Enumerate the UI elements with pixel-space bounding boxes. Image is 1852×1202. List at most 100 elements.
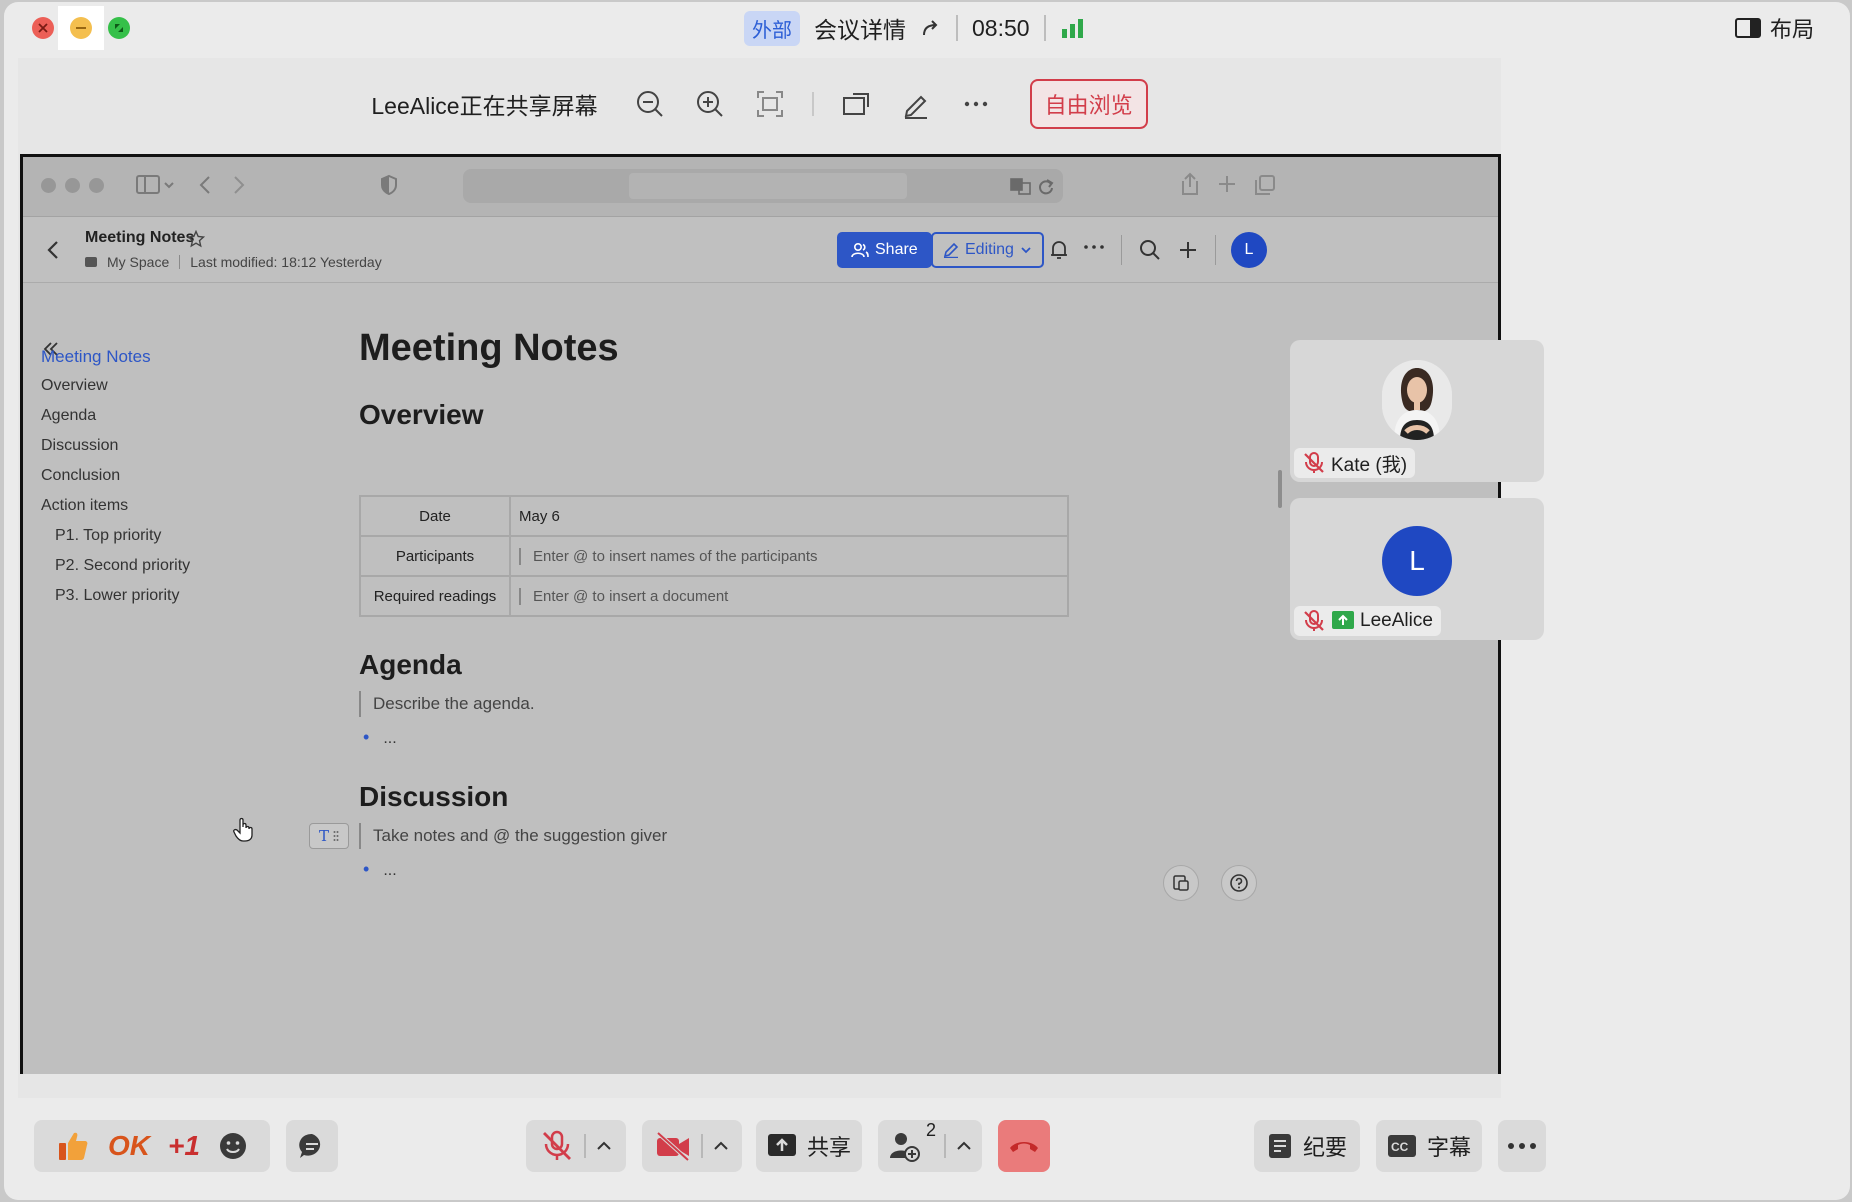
panel-resize-handle[interactable] (1278, 470, 1282, 508)
toc-item[interactable]: P3. Lower priority (55, 587, 180, 605)
favorite-star-icon[interactable] (187, 230, 205, 248)
annotate-pen-icon[interactable] (898, 86, 934, 122)
reload-icon[interactable] (1037, 176, 1055, 196)
table-value-cell[interactable]: Enter @ to insert a document (509, 575, 1069, 617)
more-controls-button[interactable] (1498, 1120, 1546, 1172)
chevron-up-icon[interactable] (956, 1140, 972, 1152)
doc-last-modified: Last modified: 18:12 Yesterday (190, 254, 382, 270)
minimize-window-button[interactable] (70, 17, 92, 39)
toc-item[interactable]: Meeting Notes (41, 347, 151, 367)
captions-label: 字幕 (1426, 1135, 1471, 1160)
thumbs-up-icon[interactable] (56, 1129, 90, 1163)
toc-item[interactable]: Discussion (41, 437, 118, 455)
share-screen-label: 共享 (806, 1135, 851, 1160)
toc-item[interactable]: Overview (41, 377, 108, 395)
translate-icon[interactable] (1009, 175, 1033, 197)
user-avatar[interactable]: L (1231, 232, 1267, 268)
minutes-button[interactable]: 纪要 (1254, 1120, 1360, 1172)
search-icon[interactable] (1139, 239, 1161, 261)
privacy-shield-icon[interactable] (379, 173, 399, 197)
toc-item[interactable]: Action items (41, 497, 128, 515)
editing-mode-button[interactable]: Editing (931, 232, 1044, 268)
fit-screen-icon[interactable] (752, 86, 788, 122)
free-browse-button[interactable]: 自由浏览 (1029, 79, 1148, 129)
chat-button[interactable] (286, 1120, 338, 1172)
participants-control[interactable]: 2 (878, 1120, 982, 1172)
zoom-in-icon[interactable] (692, 86, 728, 122)
screen-sharing-icon (1331, 609, 1355, 633)
mic-off-icon[interactable] (540, 1129, 574, 1163)
new-tab-icon[interactable] (1217, 173, 1237, 195)
table-value-cell[interactable]: Enter @ to insert names of the participa… (509, 535, 1069, 577)
discussion-bullet[interactable]: ... (363, 859, 396, 880)
camera-control[interactable] (642, 1120, 742, 1172)
participants-icon[interactable]: 2 (888, 1120, 936, 1162)
camera-off-icon[interactable] (655, 1131, 691, 1161)
toc-item[interactable]: Agenda (41, 407, 96, 425)
zoom-out-icon[interactable] (632, 86, 668, 122)
share-link-icon[interactable] (920, 17, 942, 39)
doc-back-icon[interactable] (45, 239, 61, 261)
doc-share-button[interactable]: Share (837, 232, 932, 268)
doc-outline-button[interactable] (1163, 865, 1199, 901)
overview-heading[interactable]: Overview (359, 399, 484, 431)
ok-reaction[interactable]: OK (108, 1130, 150, 1162)
doc-title[interactable]: Meeting Notes (359, 327, 619, 370)
participants-panel: Kate (我) L LeeAlice (1278, 58, 1844, 1098)
doc-outline-icon (1172, 874, 1190, 892)
participant-name: LeeAlice (1360, 610, 1433, 631)
share-screen-button[interactable]: 共享 (756, 1120, 862, 1172)
browser-toolbar (23, 157, 1498, 217)
meeting-window: 外部 会议详情 08:50 布局 LeeAlice正在共享屏幕 自由浏览 Mee… (4, 2, 1850, 1200)
discussion-placeholder[interactable]: Take notes and @ the suggestion giver (359, 823, 667, 849)
close-window-button[interactable] (32, 17, 54, 39)
add-icon[interactable] (1177, 239, 1199, 261)
participant-tile-kate[interactable]: Kate (我) (1290, 340, 1544, 482)
notification-bell-icon[interactable] (1049, 239, 1069, 261)
participant-name-tag: Kate (我) (1294, 448, 1416, 478)
toc-item[interactable]: P1. Top priority (55, 527, 161, 545)
title-divider (1043, 15, 1046, 41)
sidebar-toggle-icon[interactable] (135, 173, 175, 197)
table-placeholder: Enter @ to insert names of the participa… (519, 547, 818, 565)
table-value-cell[interactable]: May 6 (509, 495, 1069, 537)
layout-button[interactable]: 布局 (1734, 12, 1814, 44)
captions-button[interactable]: CC 字幕 (1376, 1120, 1482, 1172)
back-arrow-icon[interactable] (195, 173, 215, 197)
doc-more-icon[interactable] (1083, 243, 1105, 253)
popout-window-icon[interactable] (838, 86, 874, 122)
captions-icon: CC (1387, 1134, 1417, 1158)
discussion-heading[interactable]: Discussion (359, 781, 508, 813)
table-key-cell: Required readings (359, 575, 511, 617)
leave-meeting-button[interactable] (998, 1120, 1050, 1172)
more-horizontal-icon (1507, 1141, 1537, 1151)
share-page-icon[interactable] (1179, 171, 1201, 197)
more-options-icon[interactable] (958, 86, 994, 122)
drag-handle-icon (333, 830, 339, 842)
emoji-icon[interactable] (218, 1131, 248, 1161)
agenda-placeholder[interactable]: Describe the agenda. (359, 691, 535, 717)
meeting-details-link[interactable]: 会议详情 (814, 11, 906, 45)
address-bar[interactable] (463, 169, 1063, 203)
chevron-up-icon[interactable] (713, 1140, 729, 1152)
doc-space[interactable]: My Space (107, 254, 169, 270)
browser-min-dot (65, 178, 80, 193)
help-button[interactable] (1221, 865, 1257, 901)
agenda-heading[interactable]: Agenda (359, 649, 462, 681)
doc-breadcrumb-title[interactable]: Meeting Notes (85, 229, 194, 247)
layout-label: 布局 (1769, 17, 1814, 42)
forward-arrow-icon[interactable] (229, 173, 249, 197)
chevron-up-icon[interactable] (596, 1140, 612, 1152)
participant-name-tag: LeeAlice (1294, 606, 1441, 636)
microphone-control[interactable] (526, 1120, 626, 1172)
plus-one-reaction[interactable]: +1 (168, 1130, 200, 1162)
block-type-handle[interactable]: T (309, 823, 349, 849)
toc-item[interactable]: Conclusion (41, 467, 120, 485)
toc-item[interactable]: P2. Second priority (55, 557, 190, 575)
fullscreen-window-button[interactable] (108, 17, 130, 39)
participant-tile-leealice[interactable]: L LeeAlice (1290, 498, 1544, 640)
agenda-bullet[interactable]: ... (363, 727, 396, 748)
mic-muted-icon (1302, 451, 1326, 475)
tab-overview-icon[interactable] (1253, 173, 1277, 197)
screen-share-area: LeeAlice正在共享屏幕 自由浏览 Meeting Notes My Spa… (18, 58, 1501, 1098)
